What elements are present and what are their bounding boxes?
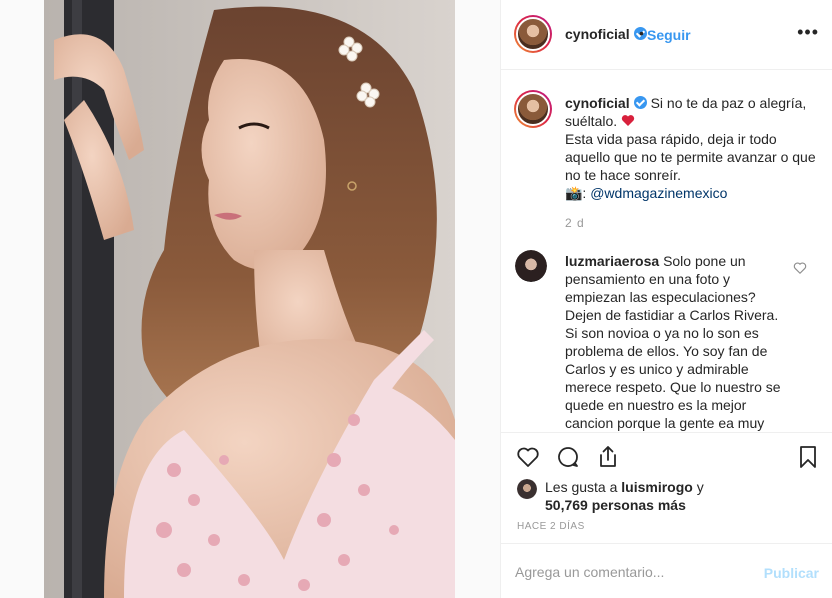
caption-line2: Esta vida pasa rápido, deja ir todo aque… [565, 131, 816, 183]
camera-emoji-icon: 📸: [565, 185, 587, 201]
publish-button[interactable]: Publicar [764, 565, 819, 581]
comment-form: Publicar [501, 543, 832, 598]
comments-scroll-area[interactable]: cynoficial Si no te da paz o alegría, sué… [501, 70, 832, 432]
author-username[interactable]: cynoficial [565, 26, 630, 42]
comment-text: luzmariaerosa Solo pone un pensamiento e… [565, 252, 789, 432]
liker-avatar[interactable] [517, 479, 537, 499]
header-separator: • [639, 25, 644, 41]
likes-prefix: Les gusta a [545, 479, 618, 495]
red-heart-emoji-icon [621, 115, 635, 126]
action-bar [501, 432, 832, 472]
more-options-icon[interactable]: ••• [797, 22, 819, 43]
comment-body: Solo pone un pensamiento en una foto y e… [565, 253, 781, 431]
post-timestamp[interactable]: HACE 2 DÍAS [517, 521, 585, 532]
follow-button[interactable]: Seguir [647, 27, 691, 43]
caption-text: cynoficial Si no te da paz o alegría, sué… [565, 94, 821, 202]
commenter-username[interactable]: luzmariaerosa [565, 253, 659, 269]
caption-time: 2 d [565, 216, 585, 230]
post-photo[interactable] [44, 0, 455, 598]
author-name-row: cynoficial [565, 26, 647, 44]
likes-suffix: y [696, 479, 704, 495]
author-avatar[interactable] [514, 15, 552, 53]
likes-count[interactable]: 50,769 personas más [545, 496, 686, 514]
comment-bubble-icon[interactable] [555, 445, 581, 469]
caption-avatar[interactable] [514, 90, 552, 128]
liker-username[interactable]: luismirogo [621, 479, 693, 495]
likes-line1: Les gusta a luismirogo y [545, 478, 704, 496]
comment-input[interactable] [515, 564, 755, 580]
caption-mention-link[interactable]: @wdmagazinemexico [590, 185, 727, 201]
like-heart-icon[interactable] [515, 445, 541, 469]
share-icon[interactable] [595, 445, 621, 469]
page-background-left [0, 0, 44, 598]
commenter-avatar[interactable] [515, 250, 547, 282]
comment-like-heart-icon[interactable] [793, 261, 807, 275]
save-bookmark-icon[interactable] [797, 445, 819, 469]
post-sidebar: cynoficial • Seguir ••• cynoficial Si no … [500, 0, 832, 598]
verified-badge-icon [633, 96, 647, 109]
caption-username[interactable]: cynoficial [565, 95, 630, 111]
post-header: cynoficial • Seguir ••• [501, 0, 832, 70]
